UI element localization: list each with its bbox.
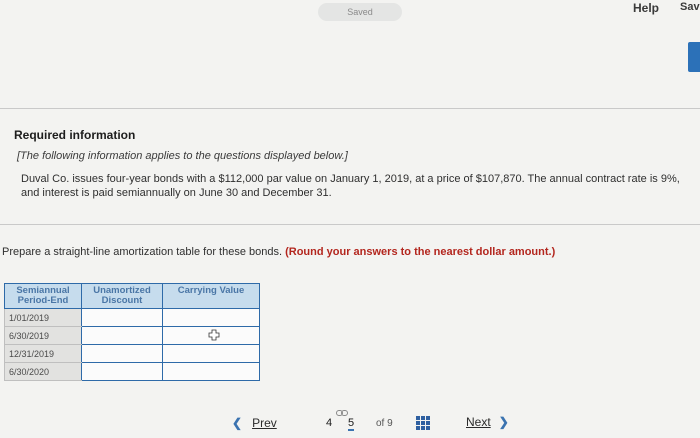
page-count: of 9 <box>376 418 393 429</box>
chevron-left-icon: ❮ <box>232 416 243 430</box>
period-cell: 12/31/2019 <box>4 344 82 363</box>
table-row: 1/01/2019 <box>4 308 260 327</box>
carrying-cell[interactable] <box>162 344 260 363</box>
pagination-bar: ❮ Prev 4 5 of 9 Next ❯ <box>0 410 700 438</box>
top-bar: Saved Help Sav <box>0 0 700 36</box>
info-title: Required information <box>14 128 136 142</box>
side-panel-tab[interactable] <box>688 42 700 72</box>
prev-button[interactable]: ❮ Prev <box>232 416 277 430</box>
next-button[interactable]: Next ❯ <box>466 415 509 429</box>
question-prompt: Prepare a straight-line amortization tab… <box>2 246 555 258</box>
next-label: Next <box>466 415 491 429</box>
carrying-input[interactable] <box>167 310 255 325</box>
prev-label: Prev <box>252 416 277 430</box>
table-row: 6/30/2020 <box>4 362 260 381</box>
period-cell: 1/01/2019 <box>4 308 82 327</box>
discount-cell[interactable] <box>81 308 163 327</box>
discount-input[interactable] <box>86 328 158 343</box>
discount-input[interactable] <box>86 346 158 361</box>
grid-menu-icon[interactable] <box>416 416 430 430</box>
header-discount: Unamortized Discount <box>81 283 163 309</box>
pointer-cursor-icon <box>208 329 220 341</box>
table-row: 12/31/2019 <box>4 344 260 363</box>
period-cell: 6/30/2020 <box>4 362 82 381</box>
period-cell: 6/30/2019 <box>4 326 82 345</box>
question-emphasis: (Round your answers to the nearest dolla… <box>285 246 556 258</box>
carrying-cell[interactable] <box>162 362 260 381</box>
divider <box>0 224 700 225</box>
link-icon <box>336 410 348 416</box>
discount-cell[interactable] <box>81 326 163 345</box>
info-note: [The following information applies to th… <box>17 150 348 162</box>
info-body: Duval Co. issues four-year bonds with a … <box>21 173 680 199</box>
page-number[interactable]: 4 <box>326 417 332 429</box>
carrying-cell[interactable] <box>162 308 260 327</box>
page-number-current[interactable]: 5 <box>348 417 355 431</box>
question-text: Prepare a straight-line amortization tab… <box>2 246 283 258</box>
table-row: 6/30/2019 <box>4 326 260 345</box>
discount-input[interactable] <box>86 364 158 379</box>
discount-cell[interactable] <box>81 344 163 363</box>
save-status-badge: Saved <box>318 3 402 21</box>
help-button[interactable]: Help <box>633 1 659 15</box>
chevron-right-icon: ❯ <box>498 415 509 429</box>
header-period: Semiannual Period-End <box>4 283 82 309</box>
divider <box>0 108 700 109</box>
amortization-table: Semiannual Period-End Unamortized Discou… <box>4 283 260 381</box>
discount-cell[interactable] <box>81 362 163 381</box>
carrying-input[interactable] <box>167 364 255 379</box>
discount-input[interactable] <box>86 310 158 325</box>
header-carrying: Carrying Value <box>162 283 260 309</box>
save-exit-button[interactable]: Sav <box>680 1 700 13</box>
carrying-input[interactable] <box>167 346 255 361</box>
